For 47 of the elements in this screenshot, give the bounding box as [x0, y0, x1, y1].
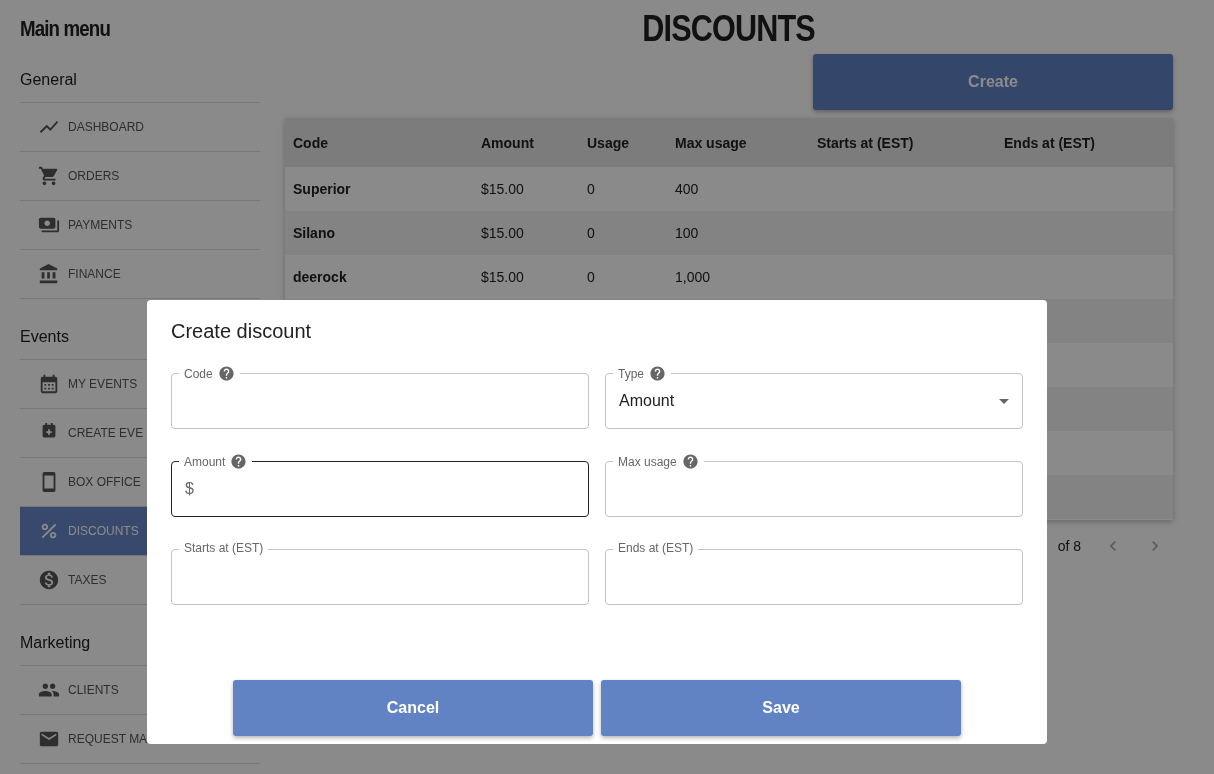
- caret-icon: [999, 398, 1009, 404]
- table-cell-text: $15.00: [481, 269, 525, 285]
- section-title: Marketing: [20, 633, 91, 653]
- page-title: DISCOUNTS: [642, 8, 816, 50]
- column-header: Starts at (EST): [817, 134, 915, 151]
- calendar-icon: [38, 373, 60, 395]
- field-label: Code: [184, 366, 213, 381]
- column-header: Ends at (EST): [1004, 134, 1096, 151]
- table-cell-text: 100: [675, 225, 700, 241]
- table-cell-text: Superior: [293, 181, 352, 197]
- field-label: Type: [618, 366, 644, 381]
- field-label: Ends at (EST): [618, 541, 694, 555]
- currency-prefix: $: [185, 480, 194, 498]
- table-cell-text: $15.00: [481, 225, 525, 241]
- column-header: Max usage: [675, 134, 748, 151]
- table-cell-text: 1,000: [675, 269, 712, 285]
- table-cell-text: $15.00: [481, 181, 525, 197]
- cart-icon: [38, 165, 60, 187]
- table-cell-text: deerock: [293, 269, 348, 285]
- menu-title: Main menu: [20, 16, 110, 42]
- column-header: Code: [293, 134, 329, 151]
- help-icon[interactable]: [681, 453, 699, 470]
- create-button[interactable]: Create: [813, 54, 1173, 110]
- menu-item[interactable]: ORDERS: [20, 151, 260, 200]
- help-icon[interactable]: [649, 365, 666, 382]
- section-title: General: [20, 70, 77, 90]
- table-cell-text: 0: [587, 181, 596, 197]
- menu-item[interactable]: DASHBOARD: [20, 102, 260, 151]
- section-title: Events: [20, 327, 69, 347]
- save-button[interactable]: Save: [601, 680, 961, 736]
- page-count: of 8: [1057, 538, 1081, 554]
- table-cell-text: 0: [587, 269, 596, 285]
- table-cell-text: 0: [587, 225, 596, 241]
- table-cell-text: Silano: [293, 225, 336, 241]
- help-icon[interactable]: [217, 365, 235, 382]
- column-header: Usage: [587, 134, 631, 151]
- dialog-title: Create discount: [171, 320, 313, 343]
- menu-item[interactable]: PAYMENTS: [20, 200, 260, 249]
- bank-icon: [38, 263, 60, 285]
- field-label: Max usage: [618, 454, 677, 469]
- cancel-button[interactable]: Cancel: [233, 680, 593, 736]
- table-cell-text: 400: [675, 181, 700, 197]
- help-icon[interactable]: [230, 453, 248, 470]
- dollar-icon: [38, 569, 60, 591]
- column-header: Amount: [481, 134, 535, 151]
- field-label: Amount: [184, 454, 226, 469]
- menu-item[interactable]: FINANCE: [20, 249, 260, 299]
